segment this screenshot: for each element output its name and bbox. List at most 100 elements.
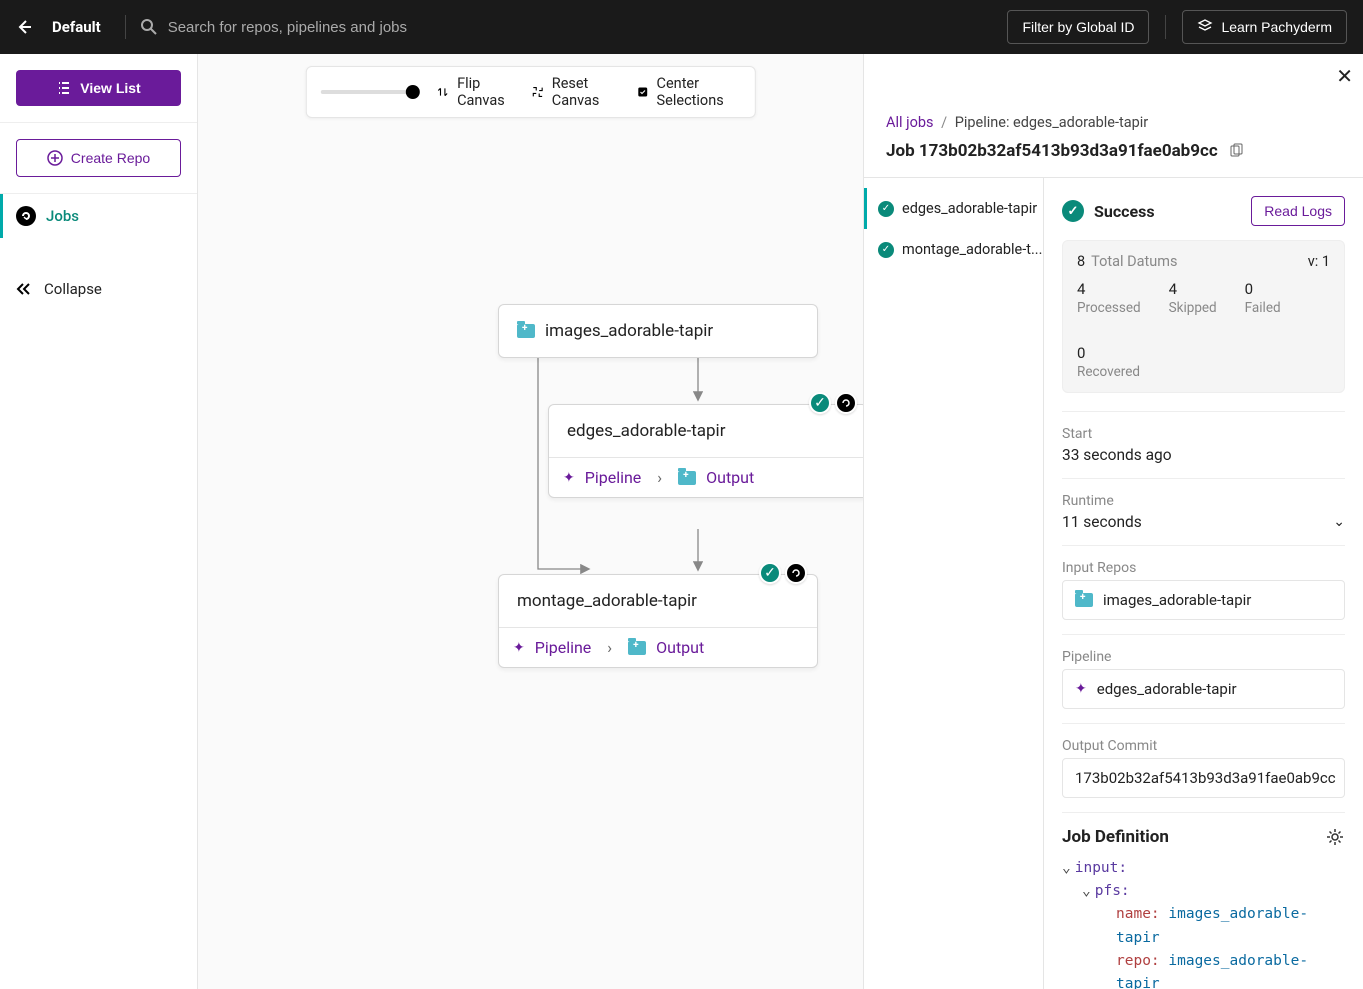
copy-icon[interactable] [1228, 143, 1244, 159]
job-list-label: edges_adorable-tapir [902, 200, 1037, 217]
running-badge-icon [835, 392, 857, 414]
pipeline-link[interactable]: Pipeline [535, 638, 592, 657]
output-commit-box[interactable]: 173b02b32af5413b93d3a91fae0ab9cc [1062, 758, 1345, 798]
plus-circle-icon [47, 150, 63, 166]
chevron-right-icon: › [651, 468, 668, 487]
output-commit-value: 173b02b32af5413b93d3a91fae0ab9cc [1075, 769, 1336, 787]
learn-label: Learn Pachyderm [1221, 19, 1332, 35]
start-value: 33 seconds ago [1062, 446, 1345, 464]
failed-count: 0 [1245, 280, 1281, 298]
topbar: Default Filter by Global ID Learn Pachyd… [0, 0, 1363, 54]
chevron-down-icon[interactable]: ⌄ [1333, 514, 1345, 530]
output-link[interactable]: Output [656, 638, 704, 657]
read-logs-button[interactable]: Read Logs [1251, 196, 1345, 226]
folder-icon [678, 471, 696, 485]
back-button[interactable] [16, 17, 36, 37]
collapse-icon [16, 282, 34, 296]
job-definition-title: Job Definition [1062, 827, 1169, 847]
pipeline-icon: ✦ [513, 640, 525, 656]
job-list-label: montage_adorable-t... [902, 241, 1042, 258]
input-repos-label: Input Repos [1062, 560, 1345, 576]
output-link[interactable]: Output [706, 468, 754, 487]
filter-global-id-button[interactable]: Filter by Global ID [1007, 10, 1149, 44]
jobs-icon [16, 206, 36, 226]
job-details: ✓ Success Read Logs 8 Total Datums v: 1 4… [1044, 178, 1363, 989]
breadcrumb-all-jobs[interactable]: All jobs [886, 114, 933, 131]
sidebar-jobs-label: Jobs [46, 207, 79, 225]
search-input[interactable] [168, 19, 568, 36]
success-badge-icon: ✓ [809, 392, 831, 414]
input-repo-box[interactable]: images_adorable-tapir [1062, 580, 1345, 620]
check-icon: ✓ [878, 242, 894, 258]
output-commit-label: Output Commit [1062, 738, 1345, 754]
job-list-item[interactable]: ✓ montage_adorable-t... [864, 229, 1043, 270]
view-list-button[interactable]: View List [16, 70, 181, 106]
status-icon: ✓ [1062, 200, 1084, 222]
runtime-value: 11 seconds [1062, 513, 1142, 531]
create-repo-button[interactable]: Create Repo [16, 139, 181, 177]
node-title: images_adorable-tapir [545, 321, 713, 341]
canvas[interactable]: Flip Canvas Reset Canvas Center Selectio… [198, 54, 863, 989]
caret-icon[interactable]: ⌄ [1082, 880, 1091, 903]
project-name[interactable]: Default [52, 18, 101, 36]
close-panel-button[interactable]: ✕ [1336, 64, 1353, 88]
divider [0, 122, 197, 123]
pipeline-label: Pipeline [1062, 649, 1345, 665]
datum-total: 8 [1077, 253, 1085, 270]
pipeline-name: edges_adorable-tapir [1097, 680, 1237, 698]
node-images-repo[interactable]: images_adorable-tapir [498, 304, 818, 358]
create-repo-label: Create Repo [71, 150, 150, 166]
start-label: Start [1062, 426, 1345, 442]
processed-label: Processed [1077, 300, 1141, 316]
divider [125, 15, 126, 39]
yaml-block: ⌄input: ⌄pfs: name: images_adorable-tapi… [1062, 857, 1345, 989]
collapse-sidebar-button[interactable]: Collapse [0, 268, 197, 310]
yaml-key: repo: [1116, 953, 1160, 969]
status-text: Success [1094, 202, 1155, 221]
datum-version: v: 1 [1308, 253, 1330, 270]
breadcrumb: All jobs / Pipeline: edges_adorable-tapi… [886, 114, 1341, 131]
pipeline-icon: ✦ [1075, 681, 1087, 697]
node-montage-pipeline[interactable]: ✓ montage_adorable-tapir ✦ Pipeline › Ou… [498, 574, 818, 668]
node-edges-pipeline[interactable]: ✓ edges_adorable-tapir ✦ Pipeline › Outp… [548, 404, 863, 498]
caret-icon[interactable]: ⌄ [1062, 857, 1071, 880]
yaml-key: input: [1075, 860, 1127, 876]
pipeline-box[interactable]: ✦ edges_adorable-tapir [1062, 669, 1345, 709]
datum-total-label: Total Datums [1091, 253, 1177, 270]
pipeline-link[interactable]: Pipeline [585, 468, 642, 487]
collapse-label: Collapse [44, 280, 102, 298]
datum-card: 8 Total Datums v: 1 4 Processed 4 Skipped 0… [1062, 240, 1345, 393]
right-panel: ✕ All jobs / Pipeline: edges_adorable-ta… [863, 54, 1363, 989]
pipeline-icon: ✦ [563, 470, 575, 486]
recovered-label: Recovered [1077, 364, 1330, 380]
recovered-count: 0 [1077, 344, 1330, 362]
failed-label: Failed [1245, 300, 1281, 316]
skipped-count: 4 [1169, 280, 1217, 298]
node-title: montage_adorable-tapir [517, 591, 697, 611]
input-repo-name: images_adorable-tapir [1103, 591, 1251, 609]
job-list: ✓ edges_adorable-tapir ✓ montage_adorabl… [864, 178, 1044, 989]
sidebar: View List Create Repo Jobs Collapse [0, 54, 198, 989]
folder-icon [1075, 593, 1093, 607]
divider [1165, 15, 1166, 39]
processed-count: 4 [1077, 280, 1141, 298]
gear-icon[interactable] [1325, 827, 1345, 847]
yaml-key: name: [1116, 906, 1160, 922]
learn-pachyderm-button[interactable]: Learn Pachyderm [1182, 10, 1347, 44]
folder-icon [517, 324, 535, 338]
job-list-item[interactable]: ✓ edges_adorable-tapir [864, 188, 1043, 229]
runtime-label: Runtime [1062, 493, 1345, 509]
search-icon [140, 18, 158, 36]
success-badge-icon: ✓ [759, 562, 781, 584]
node-title: edges_adorable-tapir [567, 421, 725, 441]
view-list-label: View List [80, 80, 140, 96]
breadcrumb-pipeline: Pipeline: edges_adorable-tapir [955, 114, 1149, 131]
skipped-label: Skipped [1169, 300, 1217, 316]
sidebar-item-jobs[interactable]: Jobs [0, 194, 197, 238]
yaml-key: pfs: [1095, 883, 1130, 899]
running-badge-icon [785, 562, 807, 584]
check-icon: ✓ [878, 201, 894, 217]
learn-icon [1197, 19, 1213, 35]
filter-label: Filter by Global ID [1022, 19, 1134, 35]
list-icon [56, 80, 72, 96]
